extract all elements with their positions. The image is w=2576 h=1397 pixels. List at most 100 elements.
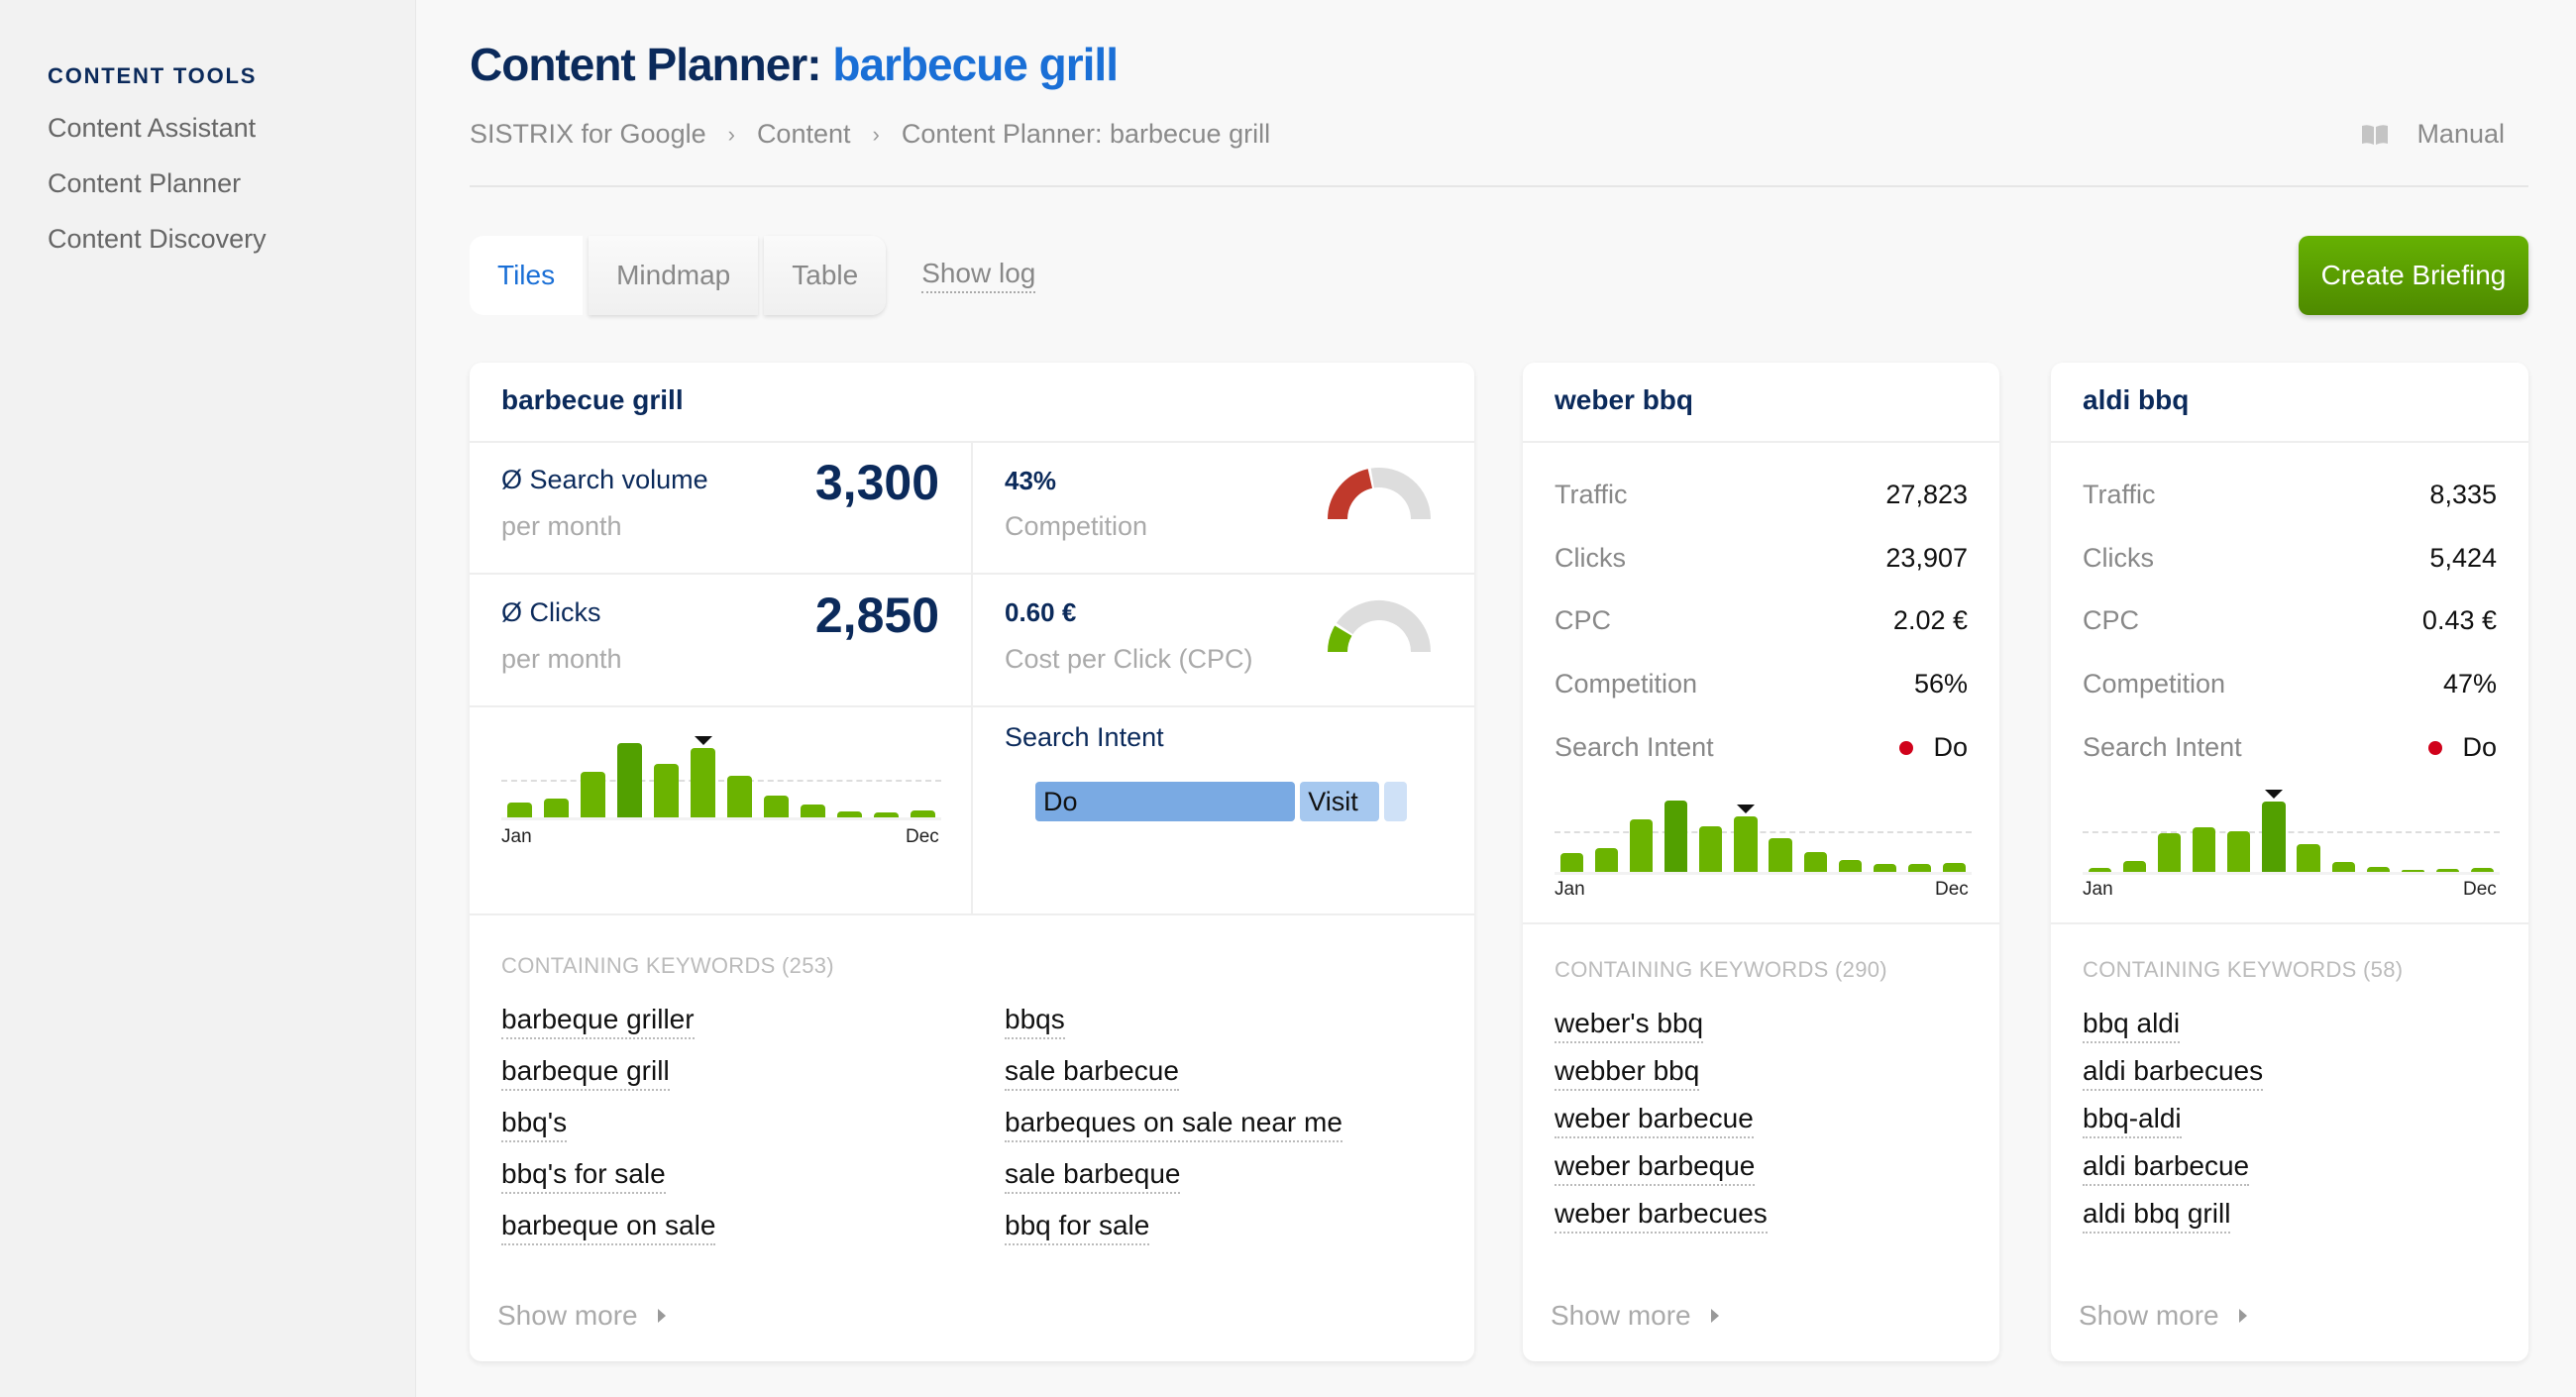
- seasonality-chart: [501, 736, 941, 820]
- caret-right-icon: [657, 1309, 666, 1323]
- bar-aug[interactable]: [1803, 852, 1827, 872]
- create-briefing-button[interactable]: Create Briefing: [2299, 236, 2528, 315]
- clicks-value: 2,850: [814, 588, 939, 643]
- bar-jan[interactable]: [1559, 853, 1584, 872]
- bar-jul[interactable]: [1769, 838, 1792, 872]
- current-month-marker-icon: [694, 736, 712, 746]
- intent-segment-do: Do: [1035, 782, 1296, 821]
- manual-link[interactable]: Manual: [2361, 119, 2505, 150]
- bar-apr[interactable]: [2193, 827, 2216, 872]
- containing-keywords-heading: CONTAINING KEYWORDS (58): [2083, 957, 2404, 982]
- keyword-link[interactable]: aldi barbecues: [2083, 1055, 2264, 1091]
- show-more-button[interactable]: Show more: [497, 1300, 666, 1332]
- bar-feb[interactable]: [1595, 848, 1619, 872]
- bar-feb[interactable]: [544, 799, 569, 817]
- tab-table[interactable]: Table: [764, 236, 887, 315]
- bar-sep[interactable]: [801, 805, 825, 817]
- show-log-link[interactable]: Show log: [921, 258, 1036, 293]
- sidebar-item-content-assistant[interactable]: Content Assistant: [48, 113, 256, 144]
- sidebar: CONTENT TOOLS Content Assistant Content …: [0, 0, 416, 1397]
- bar-may[interactable]: [2227, 831, 2251, 872]
- keyword-link[interactable]: barbeque grill: [501, 1055, 670, 1091]
- keyword-link[interactable]: weber's bbq: [1555, 1008, 1704, 1043]
- sidebar-item-content-discovery[interactable]: Content Discovery: [48, 224, 267, 255]
- bar-jun[interactable]: [2262, 802, 2286, 872]
- card-title: weber bbq: [1555, 384, 1694, 415]
- keyword-link[interactable]: aldi barbecue: [2083, 1150, 2250, 1186]
- view-tabs: Tiles Mindmap Table Show log: [470, 236, 1036, 315]
- intent-segment-visit: Visit: [1300, 782, 1379, 821]
- bar-jan[interactable]: [507, 803, 532, 817]
- bar-nov[interactable]: [1907, 864, 1931, 872]
- bar-oct[interactable]: [1873, 864, 1896, 872]
- keyword-link[interactable]: bbq aldi: [2083, 1008, 2181, 1043]
- divider: [2051, 441, 2528, 443]
- cpc-value: 0.60 €: [1005, 597, 1077, 627]
- competition-label: Competition: [1005, 511, 1148, 541]
- show-more-button[interactable]: Show more: [2079, 1300, 2247, 1332]
- bar-aug[interactable]: [2331, 862, 2355, 872]
- keyword-link[interactable]: weber barbeque: [1555, 1150, 1756, 1186]
- breadcrumb-item-sistrix[interactable]: SISTRIX for Google: [470, 119, 706, 150]
- metric-row-competition: Competition 47%: [2083, 669, 2497, 698]
- bar-aug[interactable]: [764, 795, 789, 817]
- chart-axis-start: Jan: [1555, 879, 1585, 900]
- keyword-card-main: barbecue grill Ø Search volume per month…: [470, 363, 1474, 1361]
- tab-mindmap[interactable]: Mindmap: [589, 236, 759, 315]
- chart-baseline: [501, 817, 941, 820]
- chart-axis-end: Dec: [2463, 879, 2497, 900]
- header-divider: [470, 185, 2528, 187]
- bar-may[interactable]: [654, 764, 679, 817]
- card-title: barbecue grill: [501, 384, 684, 415]
- sidebar-item-content-planner[interactable]: Content Planner: [48, 168, 241, 199]
- seasonality-chart: [2083, 790, 2500, 875]
- chart-baseline: [1555, 872, 1972, 875]
- metric-row-clicks: Clicks 23,907: [1555, 543, 1968, 573]
- chart-baseline: [2083, 872, 2500, 875]
- bar-mar[interactable]: [1630, 819, 1654, 872]
- bar-feb[interactable]: [2123, 861, 2147, 872]
- divider: [470, 573, 1474, 575]
- keyword-link[interactable]: barbeques on sale near me: [1005, 1107, 1342, 1142]
- cpc-label: Cost per Click (CPC): [1005, 644, 1253, 674]
- caret-right-icon: [1710, 1309, 1719, 1323]
- bar-apr[interactable]: [1664, 801, 1688, 872]
- keyword-link[interactable]: webber bbq: [1555, 1055, 1700, 1091]
- bar-jun[interactable]: [1734, 816, 1758, 872]
- bar-may[interactable]: [1699, 826, 1723, 872]
- search-intent-title: Search Intent: [1005, 722, 1164, 752]
- bar-dec[interactable]: [911, 809, 935, 817]
- keyword-link[interactable]: aldi bbq grill: [2083, 1198, 2231, 1234]
- divider: [1523, 441, 1999, 443]
- keyword-link[interactable]: sale barbecue: [1005, 1055, 1179, 1091]
- breadcrumb-item-content[interactable]: Content: [757, 119, 851, 150]
- keyword-link[interactable]: bbq-aldi: [2083, 1103, 2182, 1138]
- breadcrumb-separator: ›: [872, 121, 880, 147]
- bar-jun[interactable]: [691, 748, 715, 817]
- bar-sep[interactable]: [1838, 860, 1862, 872]
- containing-keywords-heading: CONTAINING KEYWORDS (290): [1555, 957, 1887, 982]
- average-line: [1555, 831, 1972, 833]
- bar-mar[interactable]: [2158, 833, 2182, 872]
- breadcrumb: SISTRIX for Google › Content › Content P…: [470, 119, 1270, 150]
- bar-jul[interactable]: [727, 775, 752, 817]
- gauge-track: [1370, 468, 1431, 520]
- page-title-prefix: Content Planner:: [470, 39, 822, 90]
- bar-mar[interactable]: [581, 771, 605, 817]
- keyword-link[interactable]: barbeque on sale: [501, 1210, 716, 1245]
- bar-apr[interactable]: [617, 743, 642, 817]
- keyword-link[interactable]: bbq's: [501, 1107, 568, 1142]
- keyword-link[interactable]: weber barbecues: [1555, 1198, 1768, 1234]
- chart-axis-end: Dec: [1935, 879, 1969, 900]
- keyword-link[interactable]: bbq for sale: [1005, 1210, 1150, 1245]
- show-more-button[interactable]: Show more: [1551, 1300, 1719, 1332]
- bar-jul[interactable]: [2297, 844, 2320, 872]
- tab-tiles[interactable]: Tiles: [470, 236, 584, 315]
- competition-gauge: [1328, 468, 1431, 520]
- bar-dec[interactable]: [1942, 863, 1967, 872]
- keyword-link[interactable]: bbq's for sale: [501, 1158, 666, 1194]
- keyword-link[interactable]: weber barbecue: [1555, 1103, 1754, 1138]
- keyword-link[interactable]: bbqs: [1005, 1004, 1065, 1039]
- keyword-link[interactable]: barbeque griller: [501, 1004, 695, 1039]
- keyword-link[interactable]: sale barbeque: [1005, 1158, 1181, 1194]
